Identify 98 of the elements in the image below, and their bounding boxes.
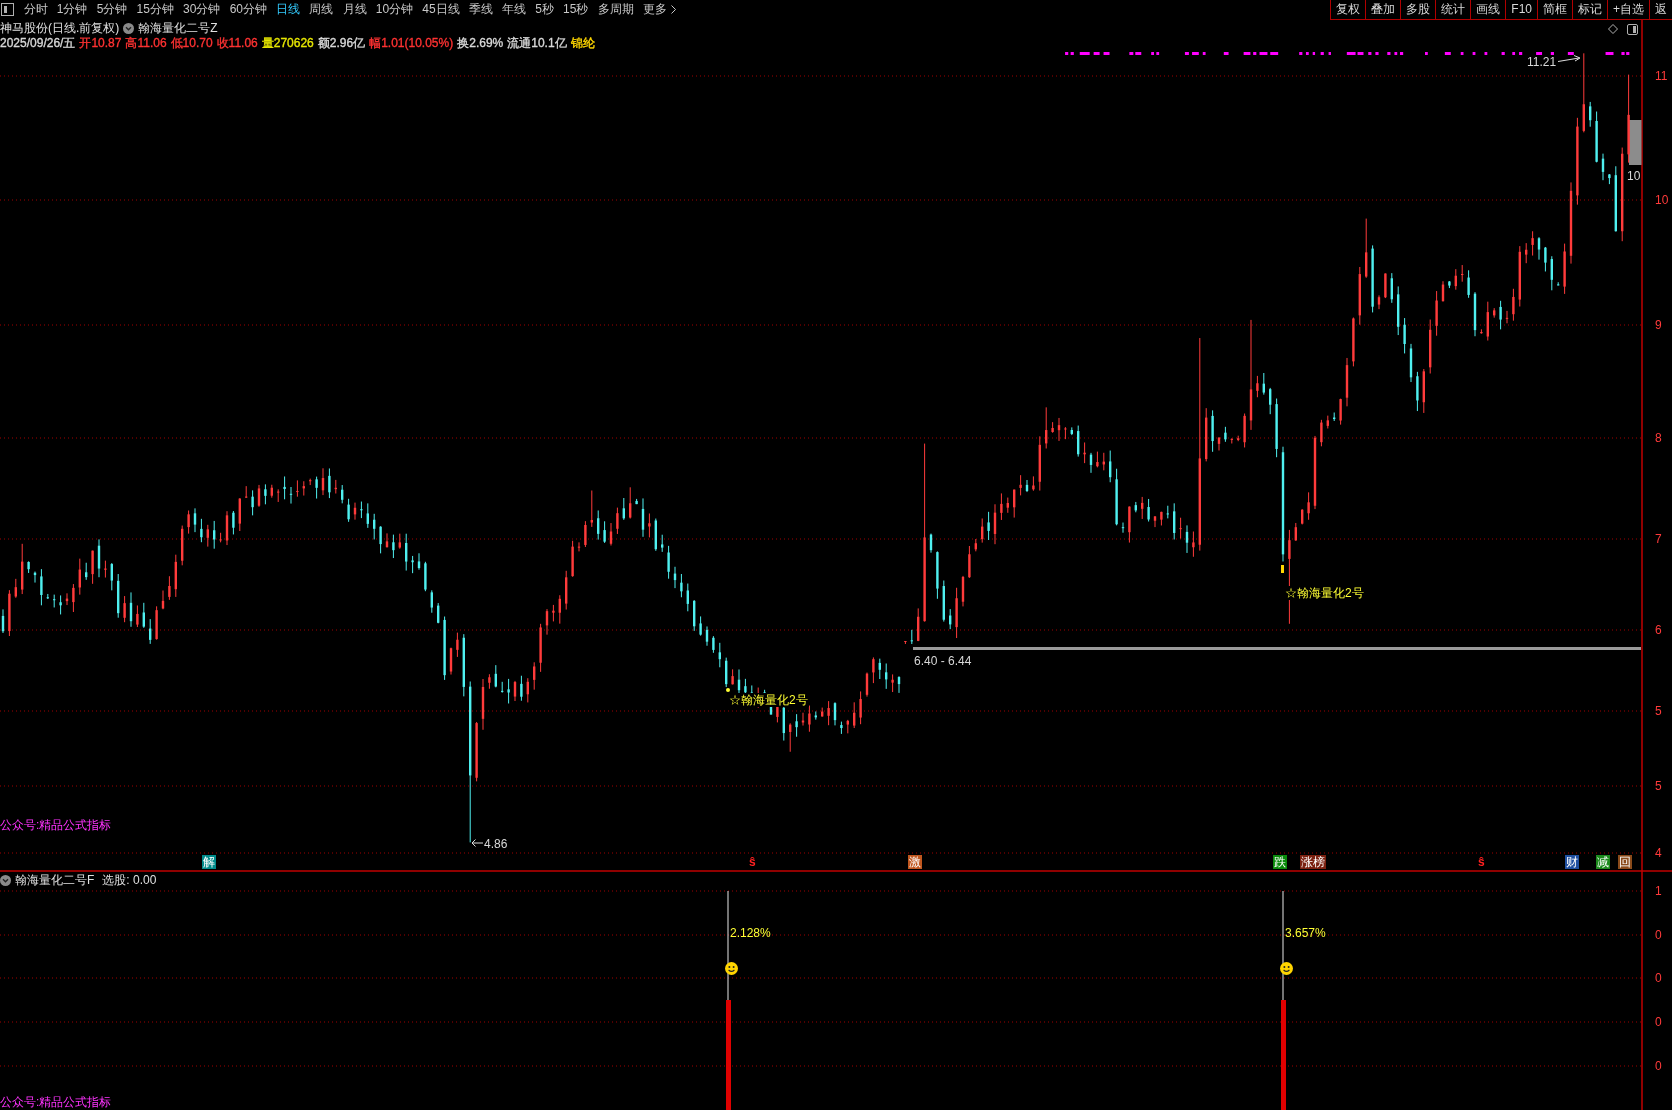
more-button[interactable]: 更多	[638, 0, 681, 19]
toolbar-button[interactable]: 返	[1649, 0, 1672, 19]
period-tab[interactable]: 15秒	[558, 0, 594, 19]
quote-value: 量270626	[261, 36, 314, 50]
toolbar-button[interactable]: 简框	[1537, 0, 1572, 19]
info-tag[interactable]: 涨榜	[1300, 855, 1326, 869]
price-label: 10	[1627, 169, 1641, 183]
toolbar-button[interactable]: +自选	[1607, 0, 1649, 19]
marker-icon	[1281, 565, 1284, 573]
panel-toggle-icon[interactable]	[1627, 23, 1638, 35]
period-tab[interactable]: 5分钟	[92, 0, 132, 19]
quote-value: 幅1.01(10.05%)	[369, 36, 454, 50]
period-tab[interactable]: 15分钟	[131, 0, 179, 19]
signal-value: 3.657%	[1285, 926, 1326, 940]
axis-label: 6	[1655, 623, 1662, 637]
quote-value: 额2.96亿	[317, 36, 366, 50]
period-tab[interactable]: 60分钟	[225, 0, 272, 19]
arrow-icon	[471, 839, 483, 847]
info-tag[interactable]: 跌	[1273, 855, 1287, 869]
indicator-reading: 选股: 0.00	[102, 873, 157, 887]
toolbar-button[interactable]: 叠加	[1365, 0, 1401, 19]
signal-dash	[1223, 52, 1229, 55]
chevron-circle-icon[interactable]	[123, 22, 135, 34]
quote-value: 2025/09/26/五	[0, 36, 76, 50]
smiley-icon	[725, 961, 738, 975]
signal-dash	[1567, 52, 1574, 55]
toolbar-button[interactable]: 多股	[1400, 0, 1436, 19]
axis-label: 5	[1655, 779, 1662, 793]
period-tab[interactable]: 周线	[304, 0, 338, 19]
period-tab[interactable]: 5秒	[530, 0, 559, 19]
info-glyph[interactable]: ŝ	[749, 855, 756, 869]
signal-dash	[1484, 52, 1488, 55]
period-tab[interactable]: 分时	[19, 0, 53, 19]
toolbar-button[interactable]: 复权	[1330, 0, 1366, 19]
toolbar-button[interactable]: 标记	[1572, 0, 1607, 19]
note-text: 公众号:精品公式指标	[0, 1095, 112, 1109]
period-tab[interactable]: 季线	[464, 0, 498, 19]
period-tab[interactable]: 多周期	[593, 0, 639, 19]
axis-label: 4	[1655, 846, 1662, 860]
axis-label: 5	[1655, 704, 1662, 718]
quote-value: 高11.06	[125, 36, 167, 50]
quote-value: 换2.69%	[457, 36, 504, 50]
smiley-icon	[1280, 961, 1293, 975]
quote-value: 流通10.1亿	[507, 36, 567, 50]
info-tag[interactable]: 减	[1596, 855, 1610, 869]
signal-dash	[1425, 52, 1428, 55]
quote-value: 开10.87	[79, 36, 122, 50]
period-tab[interactable]: 月线	[337, 0, 372, 19]
quote-value: 锦纶	[570, 36, 595, 50]
axis-label: 0	[1655, 928, 1662, 942]
indicator-name: 翰海量化二号F	[15, 873, 95, 887]
period-tab[interactable]: 10分钟	[371, 0, 418, 19]
info-glyph[interactable]: ŝ	[1478, 855, 1485, 869]
range-label: 6.40 - 6.44	[914, 654, 972, 668]
axis-label: 0	[1655, 971, 1662, 985]
toolbar-button[interactable]: F10	[1505, 0, 1537, 19]
dot-icon	[726, 688, 730, 692]
signal-dash	[1444, 52, 1451, 55]
security-title: 神马股份(日线.前复权)	[0, 21, 120, 35]
chevron-right-icon	[670, 5, 676, 14]
signal-dash	[1079, 52, 1090, 55]
axis-label: 9	[1655, 318, 1662, 332]
period-tab[interactable]: 年线	[497, 0, 531, 19]
info-tag[interactable]: 财	[1565, 855, 1579, 869]
period-tab[interactable]: 1分钟	[52, 0, 93, 19]
axis-label: 8	[1655, 431, 1662, 445]
axis-label: 7	[1655, 532, 1662, 546]
axis-label: 0	[1655, 1059, 1662, 1073]
info-tag[interactable]: 回	[1618, 855, 1632, 869]
axis-label: 1	[1655, 884, 1662, 898]
quote-value: 低10.70	[170, 36, 213, 50]
toolbar-button[interactable]: 统计	[1435, 0, 1471, 19]
axis-label: 0	[1655, 1015, 1662, 1029]
signal-dash	[1472, 52, 1476, 55]
signal-dash	[1460, 52, 1464, 55]
signal-value: 2.128%	[730, 926, 771, 940]
signal-dash	[1501, 52, 1505, 55]
indicator-name: 翰海量化二号Z	[138, 21, 218, 35]
axis-label: 10	[1655, 193, 1669, 207]
signal-label: ☆翰海量化2号	[729, 693, 809, 707]
diamond-icon[interactable]	[1608, 24, 1618, 34]
signal-label: ☆翰海量化2号	[1285, 586, 1365, 600]
period-tab[interactable]: 30分钟	[178, 0, 226, 19]
period-tab[interactable]: 45日线	[417, 0, 465, 19]
price-label: 4.86	[484, 837, 508, 851]
signal-dash	[1328, 52, 1331, 55]
note-text: 公众号:精品公式指标	[0, 818, 112, 832]
info-tag[interactable]: 激	[908, 855, 922, 869]
chevron-circle-icon[interactable]	[0, 874, 11, 886]
sidebar-toggle-icon[interactable]	[1, 3, 14, 16]
arrow-icon	[1558, 55, 1581, 63]
period-tab[interactable]: 日线	[271, 0, 305, 19]
toolbar-button[interactable]: 画线	[1470, 0, 1506, 19]
axis-label: 11	[1655, 69, 1668, 83]
price-label: 11.21	[1527, 55, 1557, 69]
info-tag[interactable]: 解	[202, 855, 216, 869]
quote-value: 收11.06	[216, 36, 258, 50]
signal-dash	[1550, 52, 1554, 55]
